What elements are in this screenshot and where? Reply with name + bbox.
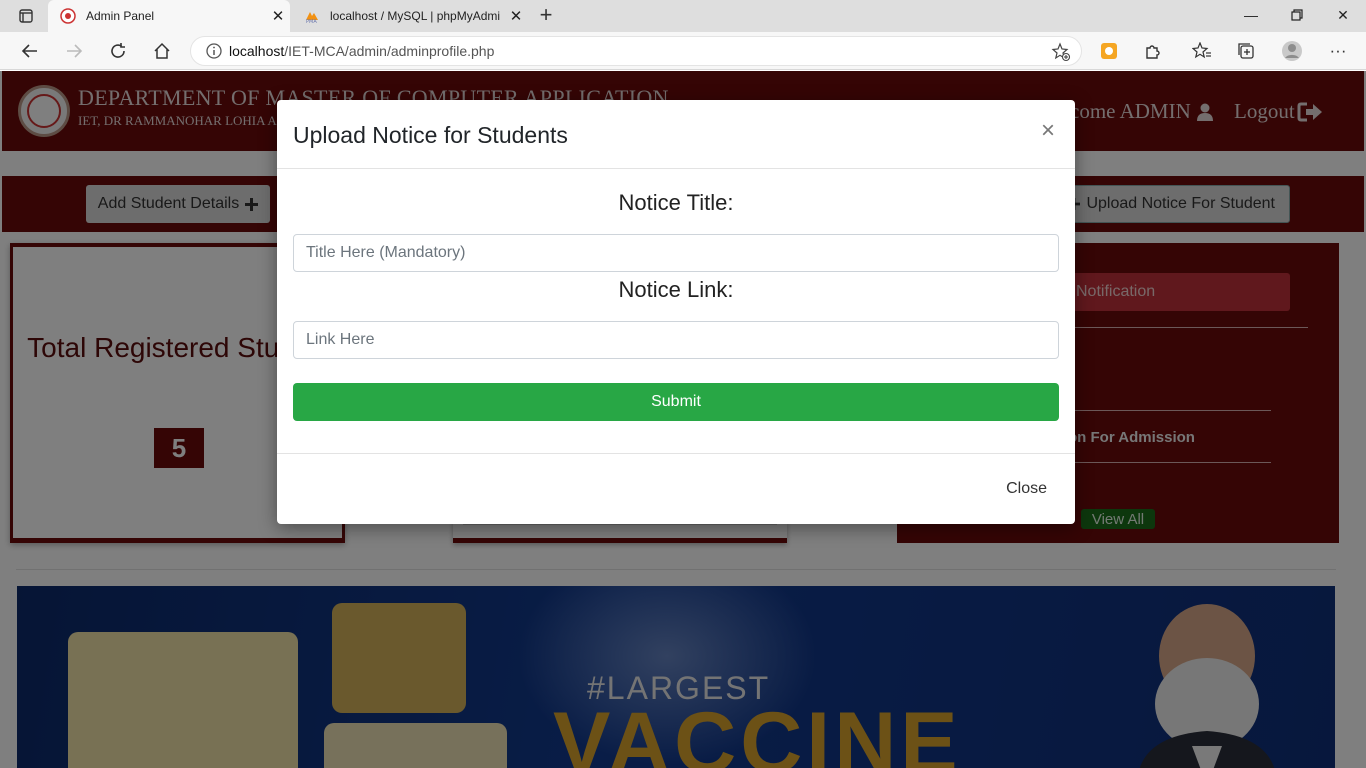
- address-bar[interactable]: localhost/IET-MCA/admin/adminprofile.php: [190, 36, 1082, 66]
- phpmyadmin-favicon-icon: PMA: [304, 8, 320, 24]
- forward-icon[interactable]: [60, 37, 88, 65]
- url-text: localhost/IET-MCA/admin/adminprofile.php: [229, 43, 494, 59]
- extensions-puzzle-icon[interactable]: [1139, 37, 1167, 65]
- favorites-icon[interactable]: [1188, 37, 1216, 65]
- tab-admin-panel[interactable]: Admin Panel ✕: [48, 0, 290, 32]
- minimize-icon[interactable]: —: [1228, 0, 1274, 30]
- home-icon[interactable]: [148, 37, 176, 65]
- notice-link-label: Notice Link:: [618, 277, 734, 302]
- browser-tab-bar: Admin Panel ✕ PMA localhost / MySQL | ph…: [0, 0, 1366, 32]
- tab-actions-icon[interactable]: [10, 6, 42, 26]
- modal-title: Upload Notice for Students: [293, 122, 568, 148]
- close-button[interactable]: Close: [1006, 480, 1047, 498]
- tab-close-icon[interactable]: ✕: [266, 7, 290, 25]
- modal-footer-divider: [277, 453, 1075, 454]
- browser-toolbar: localhost/IET-MCA/admin/adminprofile.php…: [0, 32, 1366, 70]
- tab-title: Admin Panel: [86, 9, 155, 23]
- extension-orange-icon[interactable]: [1095, 37, 1123, 65]
- back-icon[interactable]: [16, 37, 44, 65]
- tab-phpmyadmin[interactable]: PMA localhost / MySQL | phpMyAdmi ✕: [292, 0, 528, 32]
- collections-icon[interactable]: [1232, 37, 1260, 65]
- notice-link-input[interactable]: [293, 321, 1059, 359]
- profile-avatar-icon[interactable]: [1278, 37, 1306, 65]
- modal-close-icon[interactable]: ×: [1037, 117, 1059, 144]
- add-favorite-icon[interactable]: [1051, 42, 1071, 62]
- new-tab-icon[interactable]: +: [534, 4, 558, 28]
- notice-title-label: Notice Title:: [618, 190, 734, 215]
- svg-text:PMA: PMA: [306, 19, 317, 24]
- tab-close-icon[interactable]: ✕: [504, 7, 528, 25]
- url-host: localhost: [229, 43, 285, 59]
- submit-button[interactable]: Submit: [293, 383, 1059, 421]
- refresh-icon[interactable]: [104, 37, 132, 65]
- notice-title-input[interactable]: [293, 234, 1059, 272]
- site-info-icon[interactable]: [199, 43, 229, 59]
- url-path: /IET-MCA/admin/adminprofile.php: [284, 43, 495, 59]
- restore-icon[interactable]: [1274, 0, 1320, 30]
- upload-notice-modal: Upload Notice for Students × Notice Titl…: [277, 100, 1075, 524]
- window-close-icon[interactable]: ✕: [1320, 0, 1366, 30]
- tab-title: localhost / MySQL | phpMyAdmi: [330, 9, 501, 23]
- site-favicon-icon: [60, 8, 76, 24]
- modal-header: Upload Notice for Students ×: [277, 100, 1075, 169]
- settings-more-icon[interactable]: ···: [1324, 37, 1352, 65]
